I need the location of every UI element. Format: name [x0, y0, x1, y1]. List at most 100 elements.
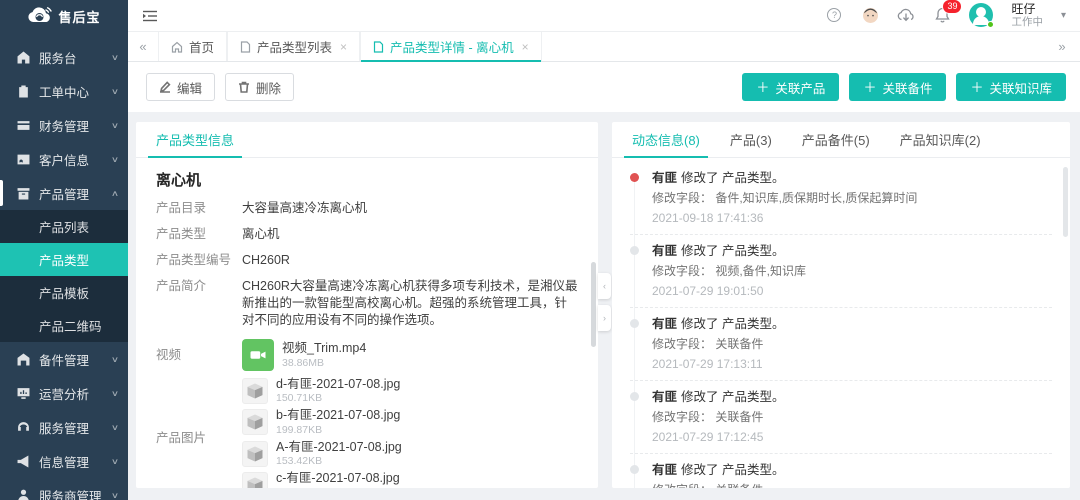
image-file-item[interactable]: d-有匪-2021-07-08.jpg 150.71KB: [242, 377, 578, 404]
sidebar-item-spare-parts[interactable]: 备件管理 ∨: [0, 342, 128, 376]
images-field-row: 产品图片 d-有匪-2021-07-08.jpg 150.71KB: [156, 377, 578, 488]
close-icon[interactable]: ×: [522, 40, 529, 54]
tab-spare-parts[interactable]: 产品备件(5): [802, 122, 870, 157]
tab-product-type-info[interactable]: 产品类型信息: [156, 122, 234, 157]
link-knowledge-base-button[interactable]: ＋关联知识库: [956, 73, 1066, 101]
activity-time: 2021-07-29 17:13:11: [652, 357, 1052, 372]
sidebar-item-customers[interactable]: 客户信息 ∨: [0, 142, 128, 176]
notifications-bell-icon[interactable]: 39: [933, 6, 951, 24]
link-spare-part-button[interactable]: ＋关联备件: [849, 73, 946, 101]
left-panel-scrollbar[interactable]: [591, 262, 596, 347]
link-product-button[interactable]: ＋关联产品: [742, 73, 839, 101]
chevron-up-icon: ∧: [111, 189, 119, 198]
timeline-dot: [630, 319, 639, 328]
chevron-down-icon: ∨: [111, 121, 119, 130]
tab-knowledge-base[interactable]: 产品知识库(2): [900, 122, 981, 157]
right-panel-scrollbar[interactable]: [1063, 167, 1068, 237]
tabs-scroll-left-icon[interactable]: «: [128, 32, 158, 61]
activity-item: 有匪修改了 产品类型。 修改字段： 关联备件 2021-07-29 17:11:…: [630, 462, 1052, 488]
file-name[interactable]: A-有匪-2021-07-08.jpg: [276, 440, 402, 454]
collapse-right-handle[interactable]: ›: [598, 305, 611, 331]
chart-monitor-icon: [16, 386, 30, 400]
edit-button[interactable]: 编辑: [146, 73, 215, 101]
collapse-left-handle[interactable]: ‹: [598, 273, 611, 299]
chevron-down-icon[interactable]: ▾: [1061, 10, 1066, 21]
delete-button[interactable]: 删除: [225, 73, 294, 101]
sidebar-item-finance[interactable]: 财务管理 ∨: [0, 108, 128, 142]
activity-time: 2021-07-29 17:12:45: [652, 430, 1052, 445]
help-icon[interactable]: ?: [825, 6, 843, 24]
image-file-item[interactable]: A-有匪-2021-07-08.jpg 153.42KB: [242, 440, 578, 467]
image-file-item[interactable]: c-有匪-2021-07-08.jpg 179.14KB: [242, 471, 578, 488]
sidebar-item-service-management[interactable]: 服务管理 ∨: [0, 410, 128, 444]
file-name[interactable]: c-有匪-2021-07-08.jpg: [276, 471, 400, 485]
activity-action: 修改了 产品类型。: [681, 171, 784, 185]
notification-badge: 39: [942, 0, 962, 14]
video-file-item[interactable]: 视频_Trim.mp4 38.86MB: [242, 339, 578, 371]
sidebar-item-providers[interactable]: 服务商管理 ∨: [0, 478, 128, 500]
tabs-scroll-right-icon[interactable]: »: [1044, 32, 1080, 61]
activity-action: 修改了 产品类型。: [681, 463, 784, 477]
image-thumbnail: [242, 378, 268, 404]
tab-product-type-detail[interactable]: 产品类型详情 - 离心机 ×: [360, 32, 542, 61]
user-menu[interactable]: 旺仔 工作中: [1011, 3, 1043, 29]
sidebar-item-work-orders[interactable]: 工单中心 ∨: [0, 74, 128, 108]
user-avatar[interactable]: [969, 3, 993, 27]
sidebar-item-service-desk[interactable]: 服务台 ∨: [0, 40, 128, 74]
activity-item: 有匪修改了 产品类型。 修改字段： 关联备件 2021-07-29 17:12:…: [630, 389, 1052, 454]
sidebar-item-analytics[interactable]: 运营分析 ∨: [0, 376, 128, 410]
timeline-dot: [630, 465, 639, 474]
document-icon: [240, 41, 251, 53]
timeline-dot: [630, 392, 639, 401]
tab-home[interactable]: 首页: [158, 32, 227, 61]
file-size: 150.71KB: [276, 392, 400, 404]
document-icon: [373, 41, 384, 53]
cloud-download-icon[interactable]: [897, 6, 915, 24]
tab-activity[interactable]: 动态信息(8): [632, 122, 700, 157]
tab-product-type-list[interactable]: 产品类型列表 ×: [227, 32, 360, 61]
activity-fields: 修改字段： 关联备件: [652, 483, 1052, 488]
support-avatar-icon[interactable]: [861, 6, 879, 24]
image-thumbnail: [242, 472, 268, 488]
activity-action: 修改了 产品类型。: [681, 317, 784, 331]
sidebar-item-information[interactable]: 信息管理 ∨: [0, 444, 128, 478]
close-icon[interactable]: ×: [340, 40, 347, 54]
image-file-item[interactable]: b-有匪-2021-07-08.jpg 199.87KB: [242, 408, 578, 435]
video-file-icon: [242, 339, 274, 371]
activity-fields: 修改字段： 关联备件: [652, 410, 1052, 425]
activity-item: 有匪修改了 产品类型。 修改字段： 备件,知识库,质保期时长,质保起算时间 20…: [630, 170, 1052, 235]
file-name[interactable]: b-有匪-2021-07-08.jpg: [276, 408, 400, 422]
activity-item: 有匪修改了 产品类型。 修改字段： 视频,备件,知识库 2021-07-29 1…: [630, 243, 1052, 308]
cloud-headset-logo-icon: [27, 6, 53, 26]
image-thumbnail: [242, 441, 268, 467]
headset-icon: [16, 420, 30, 434]
file-size: 179.14KB: [276, 487, 400, 488]
main-area: ? 39 旺仔 工作中: [128, 0, 1080, 500]
sidebar-subitem-product-template[interactable]: 产品模板: [0, 276, 128, 309]
activity-actor: 有匪: [652, 171, 677, 185]
activity-action: 修改了 产品类型。: [681, 390, 784, 404]
sidebar-subitem-product-type[interactable]: 产品类型: [0, 243, 128, 276]
sidebar-subitem-product-list[interactable]: 产品列表: [0, 210, 128, 243]
tab-products[interactable]: 产品(3): [730, 122, 772, 157]
video-field-row: 视频 视频_Trim.mp4 38.86MB: [156, 339, 578, 371]
plus-icon: ＋: [863, 81, 876, 94]
archive-box-icon: [16, 186, 30, 200]
timeline-dot: [630, 246, 639, 255]
top-header: ? 39 旺仔 工作中: [128, 0, 1080, 32]
warehouse-icon: [16, 352, 30, 366]
sidebar-subitem-product-qrcode[interactable]: 产品二维码: [0, 309, 128, 342]
field-row: 产品类型编号CH260R: [156, 252, 578, 268]
trash-icon: [238, 81, 250, 93]
active-indicator: [0, 180, 3, 206]
user-name: 旺仔: [1011, 3, 1043, 17]
product-type-info-panel: 产品类型信息 离心机 产品目录大容量高速冷冻离心机 产品类型离心机 产品类型编号…: [136, 122, 598, 488]
finance-card-icon: [16, 118, 30, 132]
activity-fields: 修改字段： 关联备件: [652, 337, 1052, 352]
file-name[interactable]: d-有匪-2021-07-08.jpg: [276, 377, 400, 391]
file-name[interactable]: 视频_Trim.mp4: [282, 341, 366, 355]
sidebar-fold-icon[interactable]: [142, 9, 158, 23]
sidebar-item-product-management[interactable]: 产品管理 ∧: [0, 176, 128, 210]
user-status: 工作中: [1011, 16, 1043, 28]
clipboard-icon: [16, 84, 30, 98]
